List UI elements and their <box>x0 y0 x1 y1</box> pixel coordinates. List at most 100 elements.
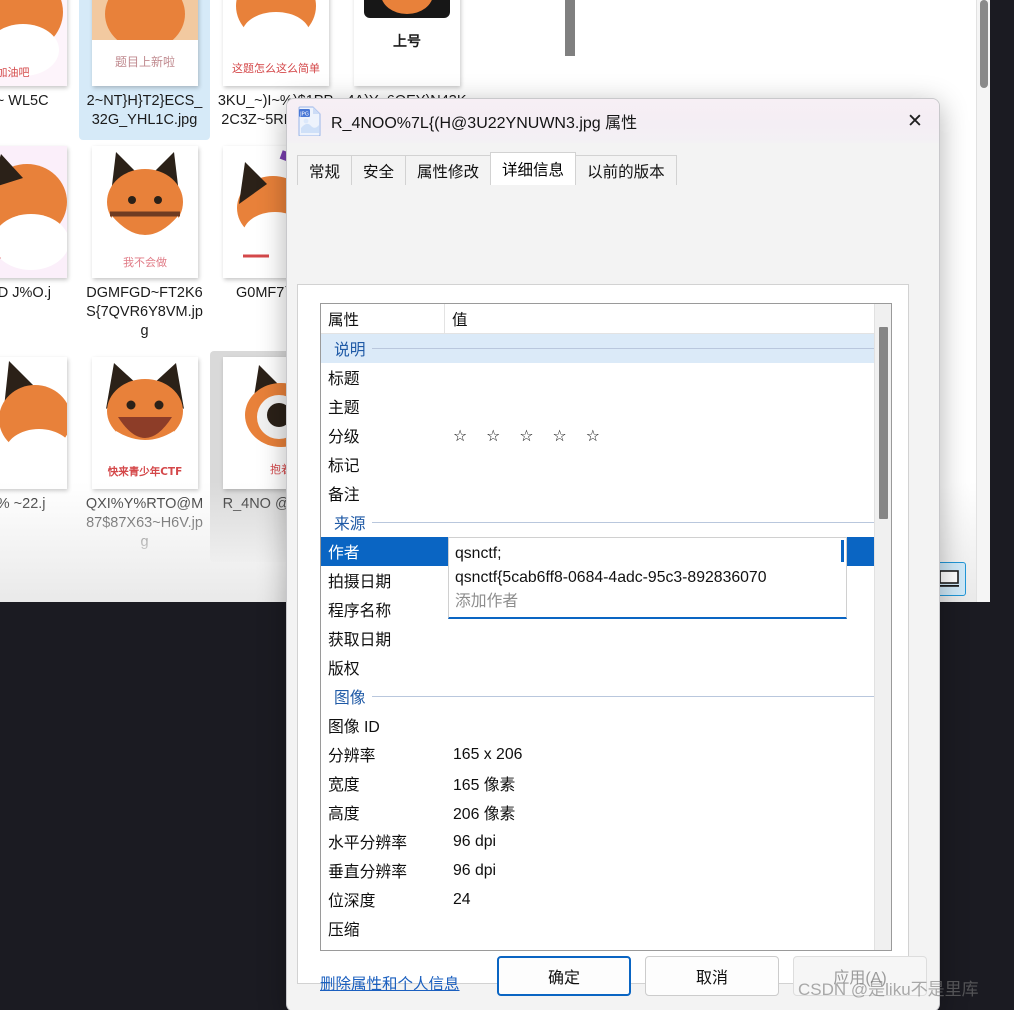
tab-details[interactable]: 详细信息 <box>490 152 577 185</box>
group-row-origin[interactable]: 来源 <box>321 508 891 537</box>
file-item[interactable]: 快来青少年CTF QXI%Y%RTO@M87$87X63~H6V.jpg <box>79 351 210 562</box>
svg-text:JPG: JPG <box>299 111 309 117</box>
dialog-tabstrip: 常规 安全 属性修改 详细信息 以前的版本 <box>297 152 939 185</box>
fox-partial-icon <box>0 146 67 278</box>
file-thumbnail: 我不会做 <box>91 146 198 278</box>
fox-dark-icon: 上号 <box>353 0 460 86</box>
property-name: 拍摄日期 <box>328 574 392 591</box>
author-edit-box[interactable]: qsnctf; qsnctf{5cab6ff8-0684-4adc-95c3-8… <box>448 537 847 619</box>
fox-text-icon: 这题怎么这么简单 <box>222 0 329 86</box>
file-item[interactable]: 我不会做 DGMFGD~FT2K6S{7QVR6Y8VM.jpg <box>79 140 210 351</box>
property-name: 分辨率 <box>328 748 376 765</box>
svg-text:这题怎么这么简单: 这题怎么这么简单 <box>232 61 320 75</box>
file-item[interactable]: 加油吧 ~}[~ WL5C <box>0 0 79 140</box>
group-rule <box>371 348 881 349</box>
property-row-height[interactable]: 高度 206 像素 <box>321 798 891 827</box>
property-row-copyright[interactable]: 版权 <box>321 653 891 682</box>
svg-text:题目上新啦: 题目上新啦 <box>114 54 174 69</box>
svg-text:加油吧: 加油吧 <box>0 65 29 79</box>
property-value: 206 像素 <box>453 806 516 823</box>
properties-list-scrollbar[interactable] <box>874 304 891 950</box>
file-thumbnail: 这题怎么这么简单 <box>222 0 329 86</box>
property-row-comments[interactable]: 备注 <box>321 479 891 508</box>
property-name: 位深度 <box>328 893 376 910</box>
tab-security[interactable]: 安全 <box>351 155 407 185</box>
file-name: 2WD J%O.j <box>0 285 51 301</box>
property-value: 96 dpi <box>453 832 497 850</box>
property-name: 作者 <box>328 545 360 562</box>
property-name: 主题 <box>328 400 360 417</box>
tab-attribute-edit[interactable]: 属性修改 <box>405 155 492 185</box>
file-thumbnail: 题目上新啦 <box>91 0 198 86</box>
property-row-compression[interactable]: 压缩 <box>321 914 891 943</box>
svg-text:上号: 上号 <box>393 34 421 50</box>
file-thumbnail <box>0 357 67 489</box>
property-name: 图像 ID <box>328 719 380 736</box>
group-rule <box>371 696 881 697</box>
property-name: 程序名称 <box>328 603 392 620</box>
file-name: QXI%Y%RTO@M87$87X63~H6V.jpg <box>85 496 204 550</box>
file-name: 2~NT}H}T2}ECS_32G_YHL1C.jpg <box>86 93 203 128</box>
properties-list-header: 属性 值 <box>321 304 891 334</box>
property-name: 高度 <box>328 806 360 823</box>
column-header-value: 值 <box>452 311 468 329</box>
property-name: 分级 <box>328 429 360 446</box>
fox-sad-icon: 我不会做 <box>91 146 198 278</box>
author-input-placeholder[interactable]: 添加作者 <box>455 590 840 614</box>
fox-happy-icon: 快来青少年CTF <box>91 357 198 489</box>
column-header-property: 属性 <box>321 304 445 334</box>
file-item[interactable]: O]% ~22.j <box>0 351 79 562</box>
tile-glyph-icon <box>939 570 959 587</box>
tab-general[interactable]: 常规 <box>297 155 353 185</box>
property-row-author[interactable]: 作者 qsnctf; qsnctf{5cab6ff8-0684-4adc-95c… <box>321 537 891 619</box>
property-row-tags[interactable]: 标记 <box>321 450 891 479</box>
file-name: ~}[~ WL5C <box>0 93 49 109</box>
property-row-bit-depth[interactable]: 位深度 24 <box>321 885 891 914</box>
file-item[interactable]: 题目上新啦 2~NT}H}T2}ECS_32G_YHL1C.jpg <box>79 0 210 140</box>
jpg-file-icon: JPG <box>298 106 321 136</box>
property-name: 水平分辨率 <box>328 835 407 852</box>
property-row-horizontal-resolution[interactable]: 水平分辨率 96 dpi <box>321 827 891 856</box>
group-label: 来源 <box>334 516 366 533</box>
close-icon[interactable]: ✕ <box>891 99 939 143</box>
dialog-title: R_4NOO%7L{(H@3U22YNUWN3.jpg 属性 <box>331 115 638 132</box>
property-row-title[interactable]: 标题 <box>321 363 891 392</box>
fox-partial-icon: 加油吧 <box>0 0 67 86</box>
property-name: 备注 <box>328 487 360 504</box>
property-name: 标记 <box>328 458 360 475</box>
property-value: 165 像素 <box>453 777 516 794</box>
cancel-button[interactable]: 取消 <box>645 956 779 996</box>
property-value: 24 <box>453 890 471 908</box>
file-item[interactable]: 2WD J%O.j <box>0 140 79 351</box>
author-value-line-2: qsnctf{5cab6ff8-0684-4adc-95c3-892836070 <box>455 569 767 586</box>
property-row-width[interactable]: 宽度 165 像素 <box>321 769 891 798</box>
file-properties-dialog: JPG R_4NOO%7L{(H@3U22YNUWN3.jpg 属性 ✕ 常规 … <box>286 98 940 1010</box>
rating-stars-icon[interactable]: ☆ ☆ ☆ ☆ ☆ <box>445 426 891 445</box>
ok-button[interactable]: 确定 <box>497 956 631 996</box>
watermark-text: CSDN @是liku不是里库 <box>798 980 979 999</box>
property-name: 压缩 <box>328 922 360 939</box>
group-label: 说明 <box>334 342 366 359</box>
svg-text:快来青少年CTF: 快来青少年CTF <box>106 465 182 478</box>
property-value: 96 dpi <box>453 861 497 879</box>
property-row-dimensions[interactable]: 分辨率 165 x 206 <box>321 740 891 769</box>
group-row-description[interactable]: 说明 <box>321 334 891 363</box>
properties-list-scrollbar-thumb[interactable] <box>879 327 888 519</box>
property-row-subject[interactable]: 主题 <box>321 392 891 421</box>
property-name: 标题 <box>328 371 360 388</box>
tab-previous-versions[interactable]: 以前的版本 <box>575 155 677 185</box>
tab-panel-details: 属性 值 说明 标题 主题 分级 ☆ ☆ ☆ ☆ ☆ 标记 备注 来源 作者 q… <box>297 284 909 993</box>
explorer-inner-scrollbar[interactable] <box>565 0 575 56</box>
property-value: 165 x 206 <box>453 745 523 763</box>
group-row-image[interactable]: 图像 <box>321 682 891 711</box>
properties-list: 属性 值 说明 标题 主题 分级 ☆ ☆ ☆ ☆ ☆ 标记 备注 来源 作者 q… <box>320 303 892 951</box>
file-name: DGMFGD~FT2K6S{7QVR6Y8VM.jpg <box>86 285 203 339</box>
property-row-image-id[interactable]: 图像 ID <box>321 711 891 740</box>
property-row-vertical-resolution[interactable]: 垂直分辨率 96 dpi <box>321 856 891 885</box>
property-row-rating[interactable]: 分级 ☆ ☆ ☆ ☆ ☆ <box>321 421 891 450</box>
explorer-scrollbar[interactable] <box>976 0 990 602</box>
explorer-scrollbar-thumb[interactable] <box>980 0 988 88</box>
fox-partial-icon <box>0 357 67 489</box>
property-row-date-acquired[interactable]: 获取日期 <box>321 624 891 653</box>
dialog-titlebar: JPG R_4NOO%7L{(H@3U22YNUWN3.jpg 属性 ✕ <box>287 99 939 143</box>
